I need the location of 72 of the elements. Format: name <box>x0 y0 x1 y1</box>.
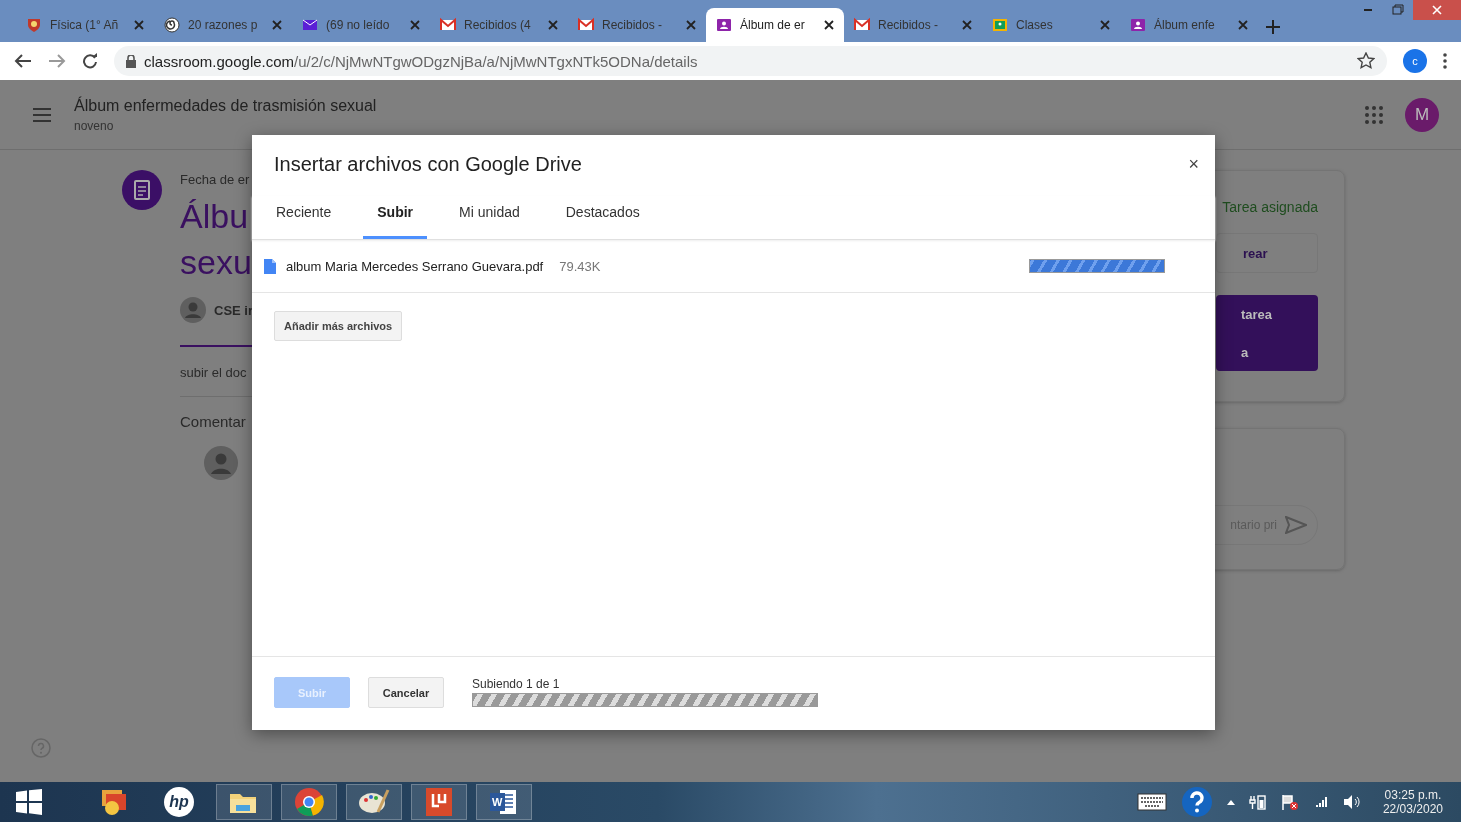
assignment-status: Tarea asignada <box>1222 199 1318 215</box>
volume-icon[interactable] <box>1342 794 1361 810</box>
mail-icon <box>440 17 456 33</box>
assignment-icon <box>122 170 162 210</box>
profile-avatar[interactable]: c <box>1403 49 1427 73</box>
instructions-text: subir el doc <box>180 365 248 380</box>
document-app-taskbar-button[interactable] <box>411 784 467 820</box>
person-board-icon <box>716 17 732 33</box>
dialog-title: Insertar archivos con Google Drive <box>274 153 582 176</box>
submit-button[interactable]: tarea a <box>1216 295 1318 371</box>
dialog-tab[interactable]: Reciente <box>262 196 346 239</box>
folder-taskbar-button[interactable] <box>216 784 272 820</box>
address-bar[interactable]: classroom.google.com/u/2/c/NjMwNTgwODgzNjBa/a/NjMwNTgxNTk5ODNa/details <box>114 46 1387 76</box>
browser-tab[interactable]: Álbum enfe <box>1120 8 1258 42</box>
board-icon <box>992 17 1008 33</box>
browser-tab[interactable]: (69 no leído <box>292 8 430 42</box>
browser-tab[interactable]: 20 razones p <box>154 8 292 42</box>
add-more-files-button[interactable]: Añadir más archivos <box>274 311 403 341</box>
person-board-icon <box>1130 17 1146 33</box>
forward-arrow-icon[interactable] <box>48 53 66 69</box>
dialog-tab[interactable]: Mi unidad <box>445 196 534 239</box>
file-name: album Maria Mercedes Serrano Guevara.pdf <box>286 258 544 274</box>
clock[interactable]: 03:25 p.m. 22/03/2020 <box>1382 788 1443 816</box>
assignment-heading: Álbu sexu <box>180 196 253 283</box>
reload-icon[interactable] <box>82 53 98 69</box>
create-button[interactable]: rear <box>1216 233 1318 273</box>
menu-icon[interactable] <box>32 106 52 123</box>
browser-tab[interactable]: Recibidos - <box>568 8 706 42</box>
close-icon[interactable] <box>824 20 834 30</box>
class-title: Álbum enfermedades de trasmisión sexual <box>74 96 378 115</box>
author-name: CSE ir <box>214 302 253 318</box>
browser-tab[interactable]: Álbum de er <box>706 8 844 42</box>
spiral-icon <box>164 17 180 33</box>
more-menu-icon[interactable] <box>1443 53 1447 69</box>
avatar-icon <box>180 297 206 323</box>
back-arrow-icon[interactable] <box>14 53 32 69</box>
hp-logo-icon <box>161 786 197 818</box>
browser-tab[interactable]: Clases <box>982 8 1120 42</box>
browser-tab[interactable]: Recibidos (4 <box>430 8 568 42</box>
shield-icon <box>26 17 42 33</box>
upload-status: Subiendo 1 de 1 <box>472 677 561 691</box>
dialog-tab[interactable]: Subir <box>363 196 428 239</box>
close-button[interactable]: × <box>1188 153 1199 175</box>
file-size: 79.43K <box>559 258 601 274</box>
url-text: classroom.google.com/u/2/c/NjMwNTgwODgzNjBa/a/NjMwNTgxNTk5ODNa/details <box>144 52 698 70</box>
keyboard-icon[interactable] <box>1136 793 1167 811</box>
class-subtitle: noveno <box>74 118 115 133</box>
chrome-taskbar-button[interactable] <box>281 784 337 820</box>
caret-up-icon[interactable] <box>1226 799 1235 805</box>
user-avatar[interactable]: M <box>1405 97 1439 132</box>
close-window-button[interactable] <box>1413 0 1461 20</box>
envelope-icon <box>302 17 318 33</box>
palette-taskbar-button[interactable] <box>346 784 402 820</box>
battery-plug-icon[interactable] <box>1248 794 1267 810</box>
hp-logo-taskbar-button[interactable]: hp <box>151 784 207 820</box>
help-icon[interactable] <box>1180 786 1213 818</box>
word-taskbar-button[interactable]: W <box>476 784 532 820</box>
windows-start-icon[interactable] <box>16 789 42 815</box>
mail-icon <box>854 17 870 33</box>
comments-label: Comentar <box>180 413 247 430</box>
dialog-tab[interactable]: Destacados <box>551 196 654 239</box>
cancel-button[interactable]: Cancelar <box>368 677 444 708</box>
due-date-text: Fecha de er <box>180 172 251 187</box>
mail-icon <box>578 17 594 33</box>
browser-tab[interactable]: Física (1° Añ <box>16 8 154 42</box>
lock-icon <box>126 54 136 68</box>
flag-error-icon[interactable] <box>1280 794 1299 810</box>
apps-grid-icon[interactable] <box>1365 105 1383 124</box>
browser-tab[interactable]: Recibidos - <box>844 8 982 42</box>
avatar-icon <box>204 446 238 480</box>
star-icon[interactable] <box>1357 52 1375 70</box>
document-icon <box>264 258 276 274</box>
